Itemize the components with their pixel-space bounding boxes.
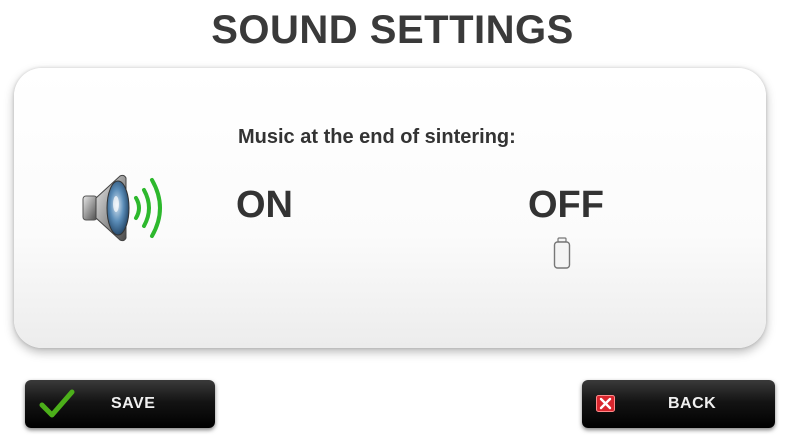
selected-indicator-icon: [553, 237, 571, 269]
option-on[interactable]: ON: [236, 184, 293, 227]
x-icon: [596, 395, 615, 412]
save-button-label: SAVE: [111, 395, 156, 412]
speaker-icon: [82, 174, 162, 242]
page-title: SOUND SETTINGS: [211, 8, 574, 52]
option-off[interactable]: OFF: [528, 184, 604, 227]
check-icon: [39, 389, 75, 418]
save-button[interactable]: SAVE: [25, 380, 215, 428]
back-button[interactable]: BACK: [582, 380, 775, 428]
back-button-label: BACK: [668, 395, 717, 412]
music-question-label: Music at the end of sintering:: [238, 126, 516, 148]
